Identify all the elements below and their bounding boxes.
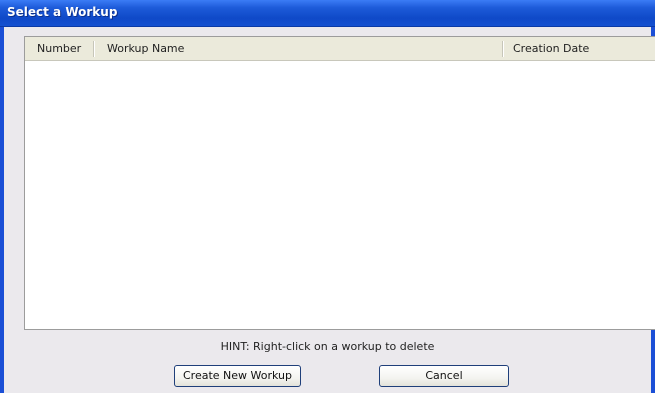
hint-text: HINT: Right-click on a workup to delete bbox=[220, 340, 435, 353]
window-title: Select a Workup bbox=[7, 5, 118, 19]
column-header-creation-date[interactable]: Creation Date bbox=[504, 37, 655, 60]
column-divider[interactable] bbox=[93, 41, 95, 57]
column-header-number[interactable]: Number bbox=[28, 37, 98, 60]
column-header-workup-name[interactable]: Workup Name bbox=[98, 37, 504, 60]
list-body[interactable] bbox=[25, 61, 655, 329]
workup-list[interactable]: Number Workup Name Creation Date bbox=[24, 36, 655, 330]
title-bar[interactable]: Select a Workup bbox=[0, 0, 655, 27]
list-header: Number Workup Name Creation Date bbox=[25, 37, 655, 61]
select-workup-dialog: Select a Workup Number Workup Name Creat… bbox=[0, 0, 655, 393]
cancel-button[interactable]: Cancel bbox=[379, 365, 509, 387]
create-new-workup-button[interactable]: Create New Workup bbox=[174, 365, 301, 387]
